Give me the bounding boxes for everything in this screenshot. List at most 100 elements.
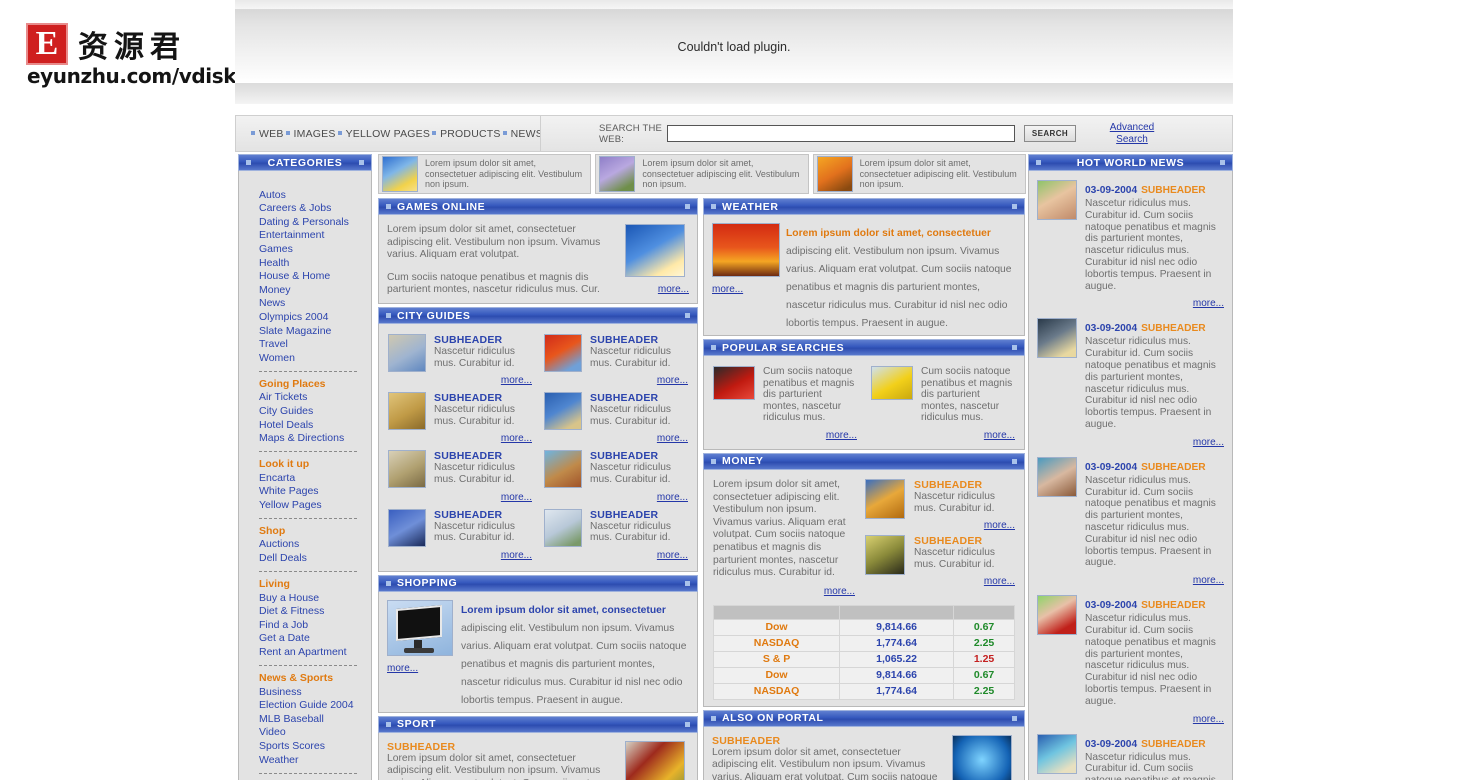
sidebar-link-3-0[interactable]: Buy a House xyxy=(259,591,371,605)
popular-search-item[interactable]: Cum sociis natoque penatibus et magnis d… xyxy=(713,366,857,443)
news-item-more-link[interactable]: more... xyxy=(1193,714,1224,725)
sidebar-link-4-2[interactable]: MLB Baseball xyxy=(259,712,371,726)
city-guide-subheader: SUBHEADER xyxy=(434,392,503,405)
city-guide-item[interactable]: SUBHEADER Nascetur ridiculus mus. Curabit… xyxy=(544,450,688,504)
sidebar-link-0-2[interactable]: Hotel Deals xyxy=(259,418,371,432)
news-item-more-link[interactable]: more... xyxy=(1193,575,1224,586)
city-guide-more-link[interactable]: more... xyxy=(657,492,688,503)
search-button[interactable]: SEARCH xyxy=(1024,125,1076,142)
sidebar-link-0-3[interactable]: Maps & Directions xyxy=(259,432,371,446)
news-item[interactable]: 03-09-2004 SUBHEADER Nascetur ridiculus mu… xyxy=(1037,733,1224,780)
category-group-4: News & Sports Business Election Guide 2004… xyxy=(239,671,371,767)
city-guide-more-link[interactable]: more... xyxy=(657,375,688,386)
category-group-title: Living xyxy=(259,578,290,591)
sidebar-link-3[interactable]: Entertainment xyxy=(259,229,371,243)
news-item[interactable]: 03-09-2004 SUBHEADER Nascetur ridiculus mu… xyxy=(1037,595,1224,726)
sidebar-link-3-1[interactable]: Diet & Fitness xyxy=(259,605,371,619)
sidebar-link-4[interactable]: Games xyxy=(259,242,371,256)
top-strip-lower xyxy=(235,84,1233,104)
sidebar-link-10[interactable]: Slate Magazine xyxy=(259,324,371,338)
nav-item-images[interactable]: IMAGES xyxy=(294,128,336,140)
header-square-icon xyxy=(1012,345,1017,350)
city-colosseum-thumb-icon xyxy=(388,450,426,489)
sidebar-link-4-1[interactable]: Election Guide 2004 xyxy=(259,699,371,713)
shopping-more-link[interactable]: more... xyxy=(387,663,418,674)
popular-search-more-link[interactable]: more... xyxy=(826,430,857,441)
news-item[interactable]: 03-09-2004 SUBHEADER Nascetur ridiculus mu… xyxy=(1037,180,1224,311)
sidebar-link-2-0[interactable]: Auctions xyxy=(259,538,371,552)
category-group-title: Shop xyxy=(259,524,286,537)
sidebar-link-2-1[interactable]: Dell Deals xyxy=(259,551,371,565)
city-guide-item[interactable]: SUBHEADER Nascetur ridiculus mus. Curabit… xyxy=(544,334,688,388)
sidebar-link-3-4[interactable]: Rent an Apartment xyxy=(259,645,371,659)
stock-change: 1.25 xyxy=(953,650,1015,668)
sidebar-link-3-3[interactable]: Get a Date xyxy=(259,632,371,646)
city-guide-item[interactable]: SUBHEADER Nascetur ridiculus mus. Curabit… xyxy=(388,508,532,563)
popular-search-item[interactable]: Cum sociis natoque penatibus et magnis d… xyxy=(871,366,1015,443)
city-guide-more-link[interactable]: more... xyxy=(657,550,688,561)
sidebar-link-0[interactable]: Autos xyxy=(259,188,371,202)
money-item[interactable]: SUBHEADER Nascetur ridiculus mus. Curabit… xyxy=(865,478,1015,533)
money-item-description: Nascetur ridiculus mus. Curabitur id. xyxy=(914,490,995,514)
advanced-search-link[interactable]: Advanced Search xyxy=(1098,122,1166,146)
sidebar-link-3-2[interactable]: Find a Job xyxy=(259,618,371,632)
teaser-banner-text-0: Lorem ipsum dolor sit amet, consectetuer… xyxy=(425,158,583,190)
teaser-banner-0[interactable]: Lorem ipsum dolor sit amet, consectetuer… xyxy=(378,154,592,194)
nav-item-yellow-pages[interactable]: YELLOW PAGES xyxy=(346,128,430,140)
games-more-link[interactable]: more... xyxy=(658,284,689,295)
sidebar-link-4-5[interactable]: Weather xyxy=(259,753,371,767)
news-item-more-row: more... xyxy=(1085,293,1224,311)
city-guides-body: SUBHEADER Nascetur ridiculus mus. Curabit… xyxy=(378,324,698,572)
sidebar-link-1[interactable]: Careers & Jobs xyxy=(259,202,371,216)
sidebar-link-1-1[interactable]: White Pages xyxy=(259,485,371,499)
city-guide-item[interactable]: SUBHEADER Nascetur ridiculus mus. Curabit… xyxy=(388,392,532,446)
sidebar-link-7[interactable]: Money xyxy=(259,283,371,297)
sidebar-link-4-0[interactable]: Business xyxy=(259,685,371,699)
sidebar-link-1-2[interactable]: Yellow Pages xyxy=(259,498,371,512)
stock-change: 2.25 xyxy=(953,634,1015,652)
news-item[interactable]: 03-09-2004 SUBHEADER Nascetur ridiculus mu… xyxy=(1037,318,1224,449)
money-item-more-link[interactable]: more... xyxy=(984,576,1015,587)
sidebar-link-5[interactable]: Health xyxy=(259,256,371,270)
city-guide-more-link[interactable]: more... xyxy=(501,550,532,561)
city-guide-more-link[interactable]: more... xyxy=(501,492,532,503)
city-guide-item[interactable]: SUBHEADER Nascetur ridiculus mus. Curabit… xyxy=(544,392,688,446)
nav-item-web[interactable]: WEB xyxy=(259,128,284,140)
sunflower-orange-thumb-icon xyxy=(816,156,853,192)
city-guide-more-link[interactable]: more... xyxy=(501,433,532,444)
sidebar-link-6[interactable]: House & Home xyxy=(259,270,371,284)
stock-change: 0.67 xyxy=(953,618,1015,636)
sidebar-link-0-1[interactable]: City Guides xyxy=(259,404,371,418)
money-more-link[interactable]: more... xyxy=(824,586,855,597)
search-input[interactable] xyxy=(667,125,1015,142)
sidebar-link-4-4[interactable]: Sports Scores xyxy=(259,739,371,753)
nav-item-news[interactable]: NEWS xyxy=(511,128,543,140)
logo[interactable]: E 资源君 eyunzhu.com/vdisk xyxy=(26,22,237,88)
nav-item-products[interactable]: PRODUCTS xyxy=(440,128,501,140)
teaser-banner-1[interactable]: Lorem ipsum dolor sit amet, consectetuer… xyxy=(595,154,809,194)
sidebar-link-2[interactable]: Dating & Personals xyxy=(259,215,371,229)
sidebar-link-8[interactable]: News xyxy=(259,297,371,311)
city-guide-more-link[interactable]: more... xyxy=(501,375,532,386)
money-item[interactable]: SUBHEADER Nascetur ridiculus mus. Curabit… xyxy=(865,535,1015,589)
news-item-more-link[interactable]: more... xyxy=(1193,437,1224,448)
sidebar-link-1-0[interactable]: Encarta xyxy=(259,471,371,485)
popular-search-more-link[interactable]: more... xyxy=(984,430,1015,441)
sidebar-link-4-3[interactable]: Video xyxy=(259,726,371,740)
sidebar-link-0-0[interactable]: Air Tickets xyxy=(259,391,371,405)
sidebar-link-12[interactable]: Women xyxy=(259,351,371,365)
city-guide-item[interactable]: SUBHEADER Nascetur ridiculus mus. Curabit… xyxy=(388,334,532,388)
plugin-error-message: Couldn't load plugin. xyxy=(677,39,791,54)
city-guide-description: Nascetur ridiculus mus. Curabitur id. xyxy=(434,346,515,369)
sidebar-link-9[interactable]: Olympics 2004 xyxy=(259,310,371,324)
city-guide-item[interactable]: SUBHEADER Nascetur ridiculus mus. Curabit… xyxy=(544,508,688,563)
news-item[interactable]: 03-09-2004 SUBHEADER Nascetur ridiculus mu… xyxy=(1037,456,1224,588)
money-item-more-link[interactable]: more... xyxy=(984,520,1015,531)
teaser-banner-2[interactable]: Lorem ipsum dolor sit amet, consectetuer… xyxy=(812,154,1026,194)
weather-more-link[interactable]: more... xyxy=(712,284,743,295)
shopping-title: SHOPPING xyxy=(397,577,458,590)
news-item-more-link[interactable]: more... xyxy=(1193,298,1224,309)
sidebar-link-11[interactable]: Travel xyxy=(259,338,371,352)
city-guide-item[interactable]: SUBHEADER Nascetur ridiculus mus. Curabit… xyxy=(388,450,532,504)
city-guide-more-link[interactable]: more... xyxy=(657,433,688,444)
